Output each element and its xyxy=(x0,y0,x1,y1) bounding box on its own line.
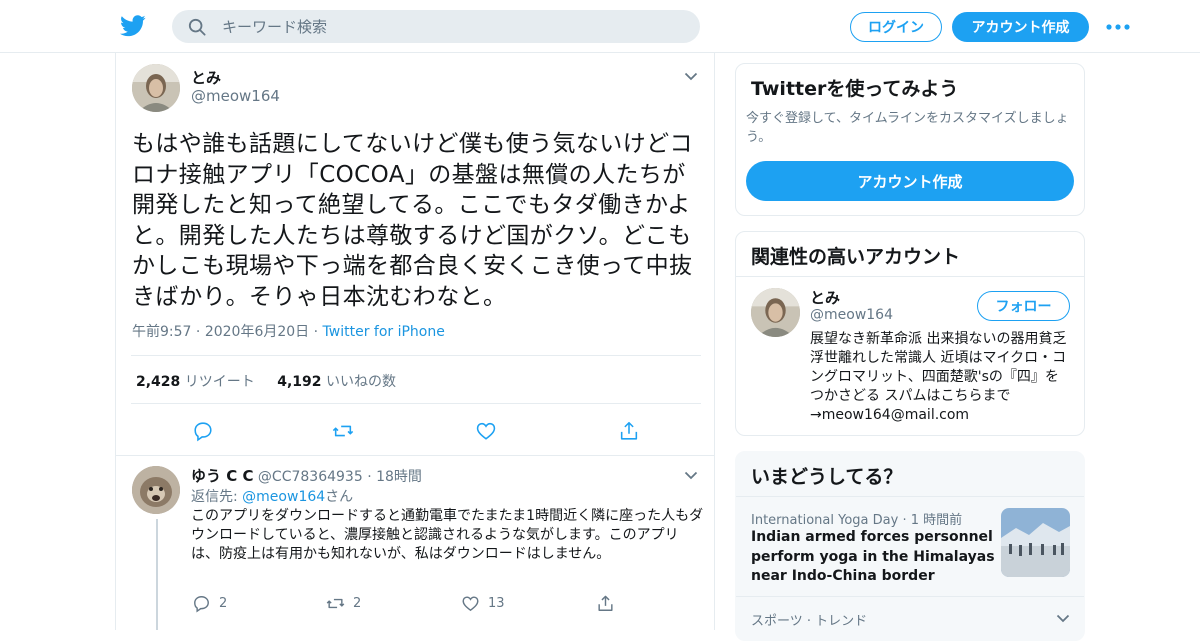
reply-icon xyxy=(194,596,209,613)
next-trend-label[interactable]: スポーツ · トレンド xyxy=(751,610,867,629)
meta-separator: · xyxy=(367,469,377,485)
reply-share-action[interactable] xyxy=(596,594,615,613)
trends-card: いまどうしてる？ International Yoga Day · 1 時間前 … xyxy=(735,451,1085,641)
search-input[interactable] xyxy=(222,17,682,36)
trend-category: International Yoga Day xyxy=(751,513,899,528)
reply-text: このアプリをダウンロードすると通勤電車でたまたま1時間近く隣に座った人もダウンロ… xyxy=(191,508,704,562)
chevron-down-icon[interactable] xyxy=(684,72,698,81)
follow-button[interactable]: フォロー xyxy=(977,291,1070,321)
divider xyxy=(736,496,1084,497)
search-icon xyxy=(188,18,206,36)
divider xyxy=(131,355,701,356)
thread-line xyxy=(156,519,158,630)
tweet-time[interactable]: 午前9:57 xyxy=(132,324,191,340)
related-accounts-title: 関連性の高いアカウント xyxy=(751,246,961,268)
divider xyxy=(116,455,714,456)
tweet-metadata: 午前9:57 · 2020年6月20日 · Twitter for iPhone xyxy=(132,321,445,341)
chevron-down-icon[interactable] xyxy=(1056,614,1070,623)
meta-separator: · xyxy=(313,324,323,340)
reply-like-count: 13 xyxy=(488,596,505,611)
meta-separator: · xyxy=(902,513,911,528)
like-stat-label: いいねの数 xyxy=(325,374,396,390)
tweet-source-link[interactable]: Twitter for iPhone xyxy=(323,324,445,340)
reply-to-label: 返信先: xyxy=(191,489,238,505)
related-account-bio: 展望なき新革命派 出来損ないの器用貧乏 浮世離れした常識人 近頃はマイクロ・コン… xyxy=(810,331,1067,423)
reply-reply-count: 2 xyxy=(219,596,228,611)
related-account-avatar[interactable] xyxy=(751,288,800,337)
tweet-date[interactable]: 2020年6月20日 xyxy=(205,324,309,340)
reply-to-mention[interactable]: @meow164 xyxy=(242,489,325,505)
login-button[interactable]: ログイン xyxy=(850,12,942,42)
reply-like-action[interactable]: 13 xyxy=(461,594,505,613)
related-accounts-card: 関連性の高いアカウント とみ @meow164 フォロー 展望なき新革命派 出来… xyxy=(735,231,1085,436)
divider xyxy=(736,596,1084,597)
reply-icon[interactable] xyxy=(192,420,214,442)
reply-author-name[interactable]: ゆう C C xyxy=(191,467,253,485)
retweet-stat[interactable]: 2,428 リツイート xyxy=(136,374,255,390)
signup-button[interactable]: アカウント作成 xyxy=(952,12,1089,42)
trend-headline[interactable]: Indian armed forces personnel perform yo… xyxy=(751,528,996,587)
author-avatar[interactable] xyxy=(132,64,180,112)
reply-author-avatar[interactable] xyxy=(132,466,180,514)
heart-icon xyxy=(462,596,479,612)
chevron-down-icon[interactable] xyxy=(684,471,698,480)
like-count: 4,192 xyxy=(277,374,322,390)
reply-author-handle[interactable]: @CC78364935 xyxy=(258,469,363,485)
trend-meta: International Yoga Day · 1 時間前 xyxy=(751,509,962,528)
retweet-count: 2,428 xyxy=(136,374,181,390)
reply-retweet-count: 2 xyxy=(353,596,362,611)
heart-icon[interactable] xyxy=(475,420,497,442)
share-icon[interactable] xyxy=(618,420,640,442)
divider xyxy=(736,276,1084,277)
reply-reply-action[interactable]: 2 xyxy=(192,594,227,613)
twitter-bird-icon[interactable] xyxy=(120,14,146,38)
related-account-name[interactable]: とみ xyxy=(810,287,840,308)
share-icon xyxy=(598,595,613,611)
trend-time: 1 時間前 xyxy=(910,513,963,528)
reply-retweet-action[interactable]: 2 xyxy=(326,594,361,613)
tweet-column: とみ @meow164 もはや誰も話題にしてないけど僕も使う気ないけどコロナ接触… xyxy=(115,53,715,630)
search-bar[interactable] xyxy=(172,10,700,43)
author-handle[interactable]: @meow164 xyxy=(191,87,280,105)
more-options-icon[interactable] xyxy=(1106,22,1130,32)
meta-separator: · xyxy=(195,324,205,340)
reply-to-line: 返信先: @meow164さん xyxy=(191,486,353,506)
signup-card-button[interactable]: アカウント作成 xyxy=(746,161,1074,201)
tweet-stats: 2,428 リツイート 4,192 いいねの数 xyxy=(136,371,396,391)
signup-card-subtitle: 今すぐ登録して、タイムラインをカスタマイズしましょう。 xyxy=(746,111,1069,145)
divider xyxy=(131,403,701,404)
related-account-handle[interactable]: @meow164 xyxy=(810,307,893,323)
reply-time[interactable]: 18時間 xyxy=(376,469,422,485)
retweet-icon xyxy=(326,598,345,609)
author-name[interactable]: とみ xyxy=(191,67,221,88)
top-bar: ログイン アカウント作成 xyxy=(0,0,1200,53)
trends-title: いまどうしてる？ xyxy=(751,466,903,488)
retweet-stat-label: リツイート xyxy=(184,374,255,390)
retweet-icon[interactable] xyxy=(332,420,354,442)
like-stat[interactable]: 4,192 いいねの数 xyxy=(277,374,396,390)
signup-card-title: Twitterを使ってみよう xyxy=(751,78,959,100)
tweet-text: もはや誰も話題にしてないけど僕も使う気ないけどコロナ接触アプリ「COCOA」の基… xyxy=(132,131,693,310)
trend-thumbnail[interactable] xyxy=(1001,508,1070,577)
reply-to-suffix: さん xyxy=(325,489,354,505)
signup-card: Twitterを使ってみよう 今すぐ登録して、タイムラインをカスタマイズしましょ… xyxy=(735,63,1085,216)
reply-header: ゆう C C @CC78364935 · 18時間 xyxy=(191,465,422,486)
